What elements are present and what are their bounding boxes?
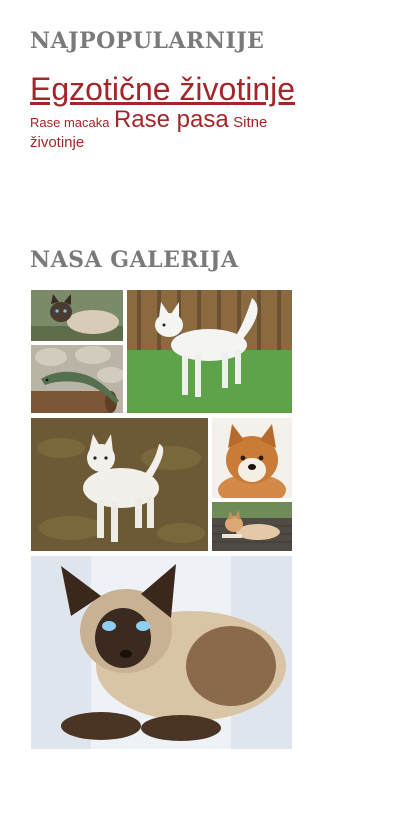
tag-cloud: Egzotične životinje Rase macaka Rase pas… xyxy=(30,71,300,151)
white-akita-image[interactable] xyxy=(31,418,208,551)
lizard-image[interactable] xyxy=(31,345,123,413)
white-dog-image[interactable] xyxy=(127,290,292,413)
gallery-section-title: NASA GALERIJA xyxy=(30,247,239,273)
tag-exotic-animals[interactable]: Egzotične životinje xyxy=(30,71,295,107)
tag-dog-breeds[interactable]: Rase pasa xyxy=(114,106,229,133)
siamese-cat-large-image[interactable] xyxy=(31,556,292,749)
siamese-cat-image[interactable] xyxy=(31,290,123,341)
tag-cat-breeds[interactable]: Rase macaka xyxy=(30,115,109,130)
akita-puppy-image[interactable] xyxy=(212,418,292,498)
popular-section-title: NAJPOPULARNIJE xyxy=(30,28,265,54)
lying-akita-image[interactable] xyxy=(212,502,292,551)
